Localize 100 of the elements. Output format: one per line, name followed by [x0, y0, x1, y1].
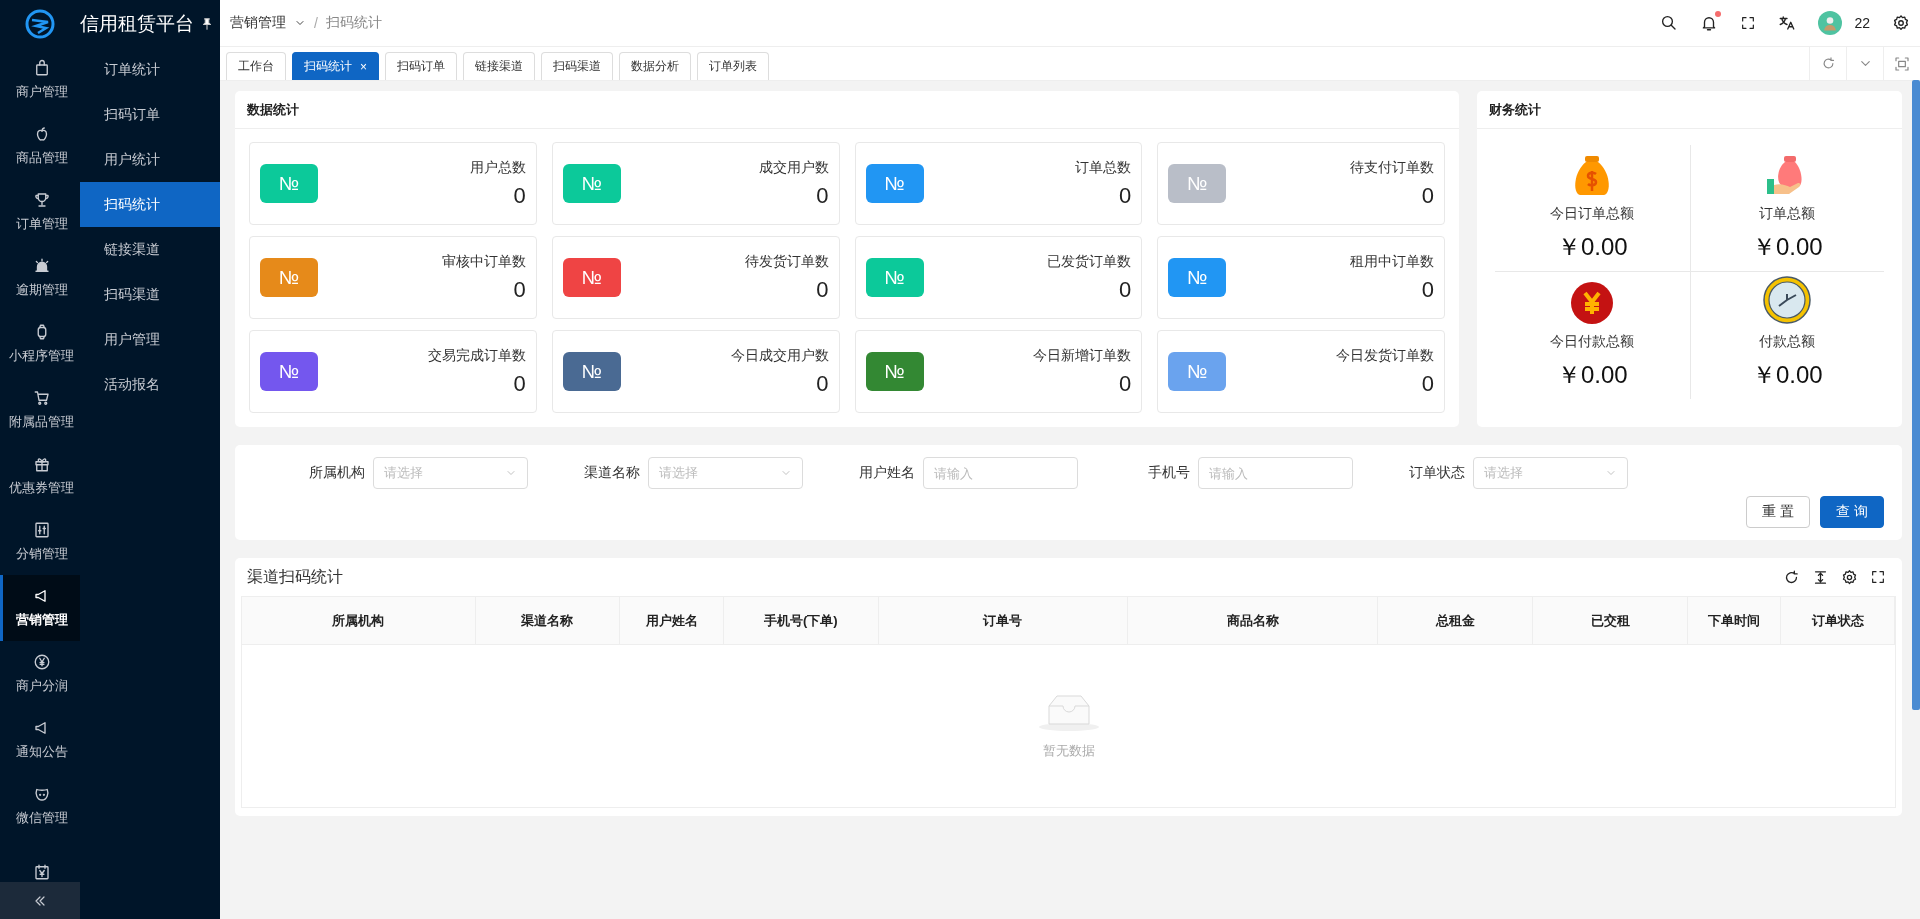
rail-nav-item[interactable]: 通知公告: [0, 707, 80, 773]
card-title: 财务统计: [1489, 100, 1541, 119]
stat-value: 0: [816, 182, 829, 209]
submenu-item[interactable]: 用户统计: [80, 137, 220, 182]
rail-nav-item[interactable]: 小程序管理: [0, 311, 80, 377]
stat-value: 0: [1119, 370, 1132, 397]
density-icon: [1812, 568, 1829, 586]
page-tab[interactable]: 订单列表: [697, 52, 769, 80]
finance-label: 今日付款总额: [1550, 333, 1635, 351]
stat-badge: №: [1168, 352, 1227, 391]
stat-value: 0: [1421, 370, 1434, 397]
filter-label: 渠道名称: [584, 464, 640, 482]
finance-value: ￥0.00: [1556, 232, 1628, 262]
rail-nav-item[interactable]: 优惠券管理: [0, 443, 80, 509]
page-tab[interactable]: 扫码统计 ×: [292, 52, 379, 80]
stat-label: 今日成交用户数: [730, 346, 829, 365]
input-field[interactable]: 请输入: [1198, 457, 1353, 489]
submenu-item[interactable]: 扫码订单: [80, 92, 220, 137]
stat-badge: №: [865, 258, 924, 297]
submenu-item[interactable]: 扫码渠道: [80, 272, 220, 317]
page-tab[interactable]: 数据分析: [619, 52, 691, 80]
submenu-item[interactable]: 链接渠道: [80, 227, 220, 272]
rail-nav-item[interactable]: 微信管理: [0, 773, 80, 839]
clock-icon: [1762, 275, 1813, 325]
breadcrumb-item[interactable]: 营销管理: [230, 14, 286, 32]
finance-label: 付款总额: [1759, 333, 1816, 351]
stat-badge: №: [1168, 258, 1227, 297]
yen-icon: [32, 653, 51, 671]
stat-value: 0: [1119, 182, 1132, 209]
stat-badge: №: [865, 164, 924, 203]
column-header: 商品名称: [1127, 597, 1379, 644]
query-button[interactable]: 查 询: [1820, 496, 1884, 528]
settings-icon: [1841, 568, 1858, 586]
finance-value: ￥0.00: [1556, 360, 1628, 390]
input-field[interactable]: 请输入: [923, 457, 1078, 489]
finance-value: ￥0.00: [1751, 360, 1823, 390]
column-header: 订单状态: [1781, 597, 1895, 644]
submenu-item[interactable]: 扫码统计: [80, 182, 220, 227]
page-tab[interactable]: 链接渠道: [463, 52, 535, 80]
translate-icon: [1778, 14, 1797, 32]
stat-badge: №: [1168, 164, 1227, 203]
breadcrumb-separator: /: [314, 15, 318, 31]
stat-label: 待发货订单数: [744, 252, 829, 271]
breadcrumb-item[interactable]: 扫码统计: [325, 14, 382, 32]
app-title: 信用租赁平台: [80, 11, 194, 36]
card-title: 数据统计: [247, 100, 299, 119]
scrollbar[interactable]: [1912, 80, 1920, 710]
page-tab[interactable]: 扫码渠道: [541, 52, 613, 80]
rail-nav-item[interactable]: 商户管理: [0, 47, 80, 113]
filter-label: 用户姓名: [859, 464, 915, 482]
stat-value: 0: [513, 276, 526, 303]
rail-nav-item[interactable]: 订单管理: [0, 179, 80, 245]
fullscreen-icon: [1870, 568, 1886, 585]
stat-badge: №: [260, 258, 318, 297]
pin-icon: [200, 16, 214, 31]
fullscreen-icon: [1740, 15, 1757, 31]
column-header: 总租金: [1378, 597, 1534, 644]
column-header: 订单号: [878, 597, 1128, 644]
cart-icon: [32, 389, 51, 407]
submenu-item[interactable]: 用户管理: [80, 317, 220, 362]
stat-badge: №: [865, 352, 924, 391]
stat-label: 今日发货订单数: [1336, 346, 1434, 365]
stat-label: 待支付订单数: [1350, 158, 1434, 177]
stat-value: 0: [1421, 276, 1434, 303]
sliders-icon: [32, 521, 51, 539]
yen-coin-icon: [1570, 281, 1615, 325]
page-tab[interactable]: 扫码订单: [385, 52, 457, 80]
submenu-item[interactable]: 活动报名: [80, 362, 220, 407]
column-header: 用户姓名: [620, 597, 724, 644]
stat-badge: №: [260, 164, 318, 203]
stat-value: 0: [816, 370, 829, 397]
settings-icon: [1892, 14, 1910, 32]
stat-value: 0: [816, 276, 829, 303]
stat-badge: №: [260, 352, 318, 391]
stat-value: 0: [513, 370, 526, 397]
finance-label: 订单总额: [1759, 205, 1816, 223]
stat-label: 今日新增订单数: [1033, 346, 1132, 365]
rail-nav-item[interactable]: 营销管理: [0, 575, 80, 641]
user-name[interactable]: 22: [1854, 15, 1870, 31]
rail-nav-item[interactable]: 商品管理: [0, 113, 80, 179]
stat-label: 用户总数: [469, 158, 526, 177]
filter-label: 订单状态: [1409, 464, 1465, 482]
rail-nav-item[interactable]: 附属品管理: [0, 377, 80, 443]
maximize-icon: [1894, 55, 1910, 72]
stat-value: 0: [1421, 182, 1434, 209]
page-tab[interactable]: 工作台: [226, 52, 286, 80]
user-avatar[interactable]: [1818, 11, 1843, 35]
trophy-icon: [32, 191, 51, 209]
stat-value: 0: [513, 182, 526, 209]
column-header: 已交租: [1533, 597, 1689, 644]
column-header: 所属机构: [242, 597, 476, 644]
tab-close-button[interactable]: ×: [360, 59, 367, 74]
empty-box-icon: [1036, 692, 1101, 732]
finance-label: 今日订单总额: [1550, 205, 1635, 223]
rail-nav-item[interactable]: 分销管理: [0, 509, 80, 575]
submenu-item[interactable]: 订单统计: [80, 47, 220, 92]
reset-button[interactable]: 重 置: [1746, 496, 1810, 528]
rail-nav-item[interactable]: 商户分润: [0, 641, 80, 707]
stat-badge: №: [562, 164, 621, 203]
rail-nav-item[interactable]: 逾期管理: [0, 245, 80, 311]
